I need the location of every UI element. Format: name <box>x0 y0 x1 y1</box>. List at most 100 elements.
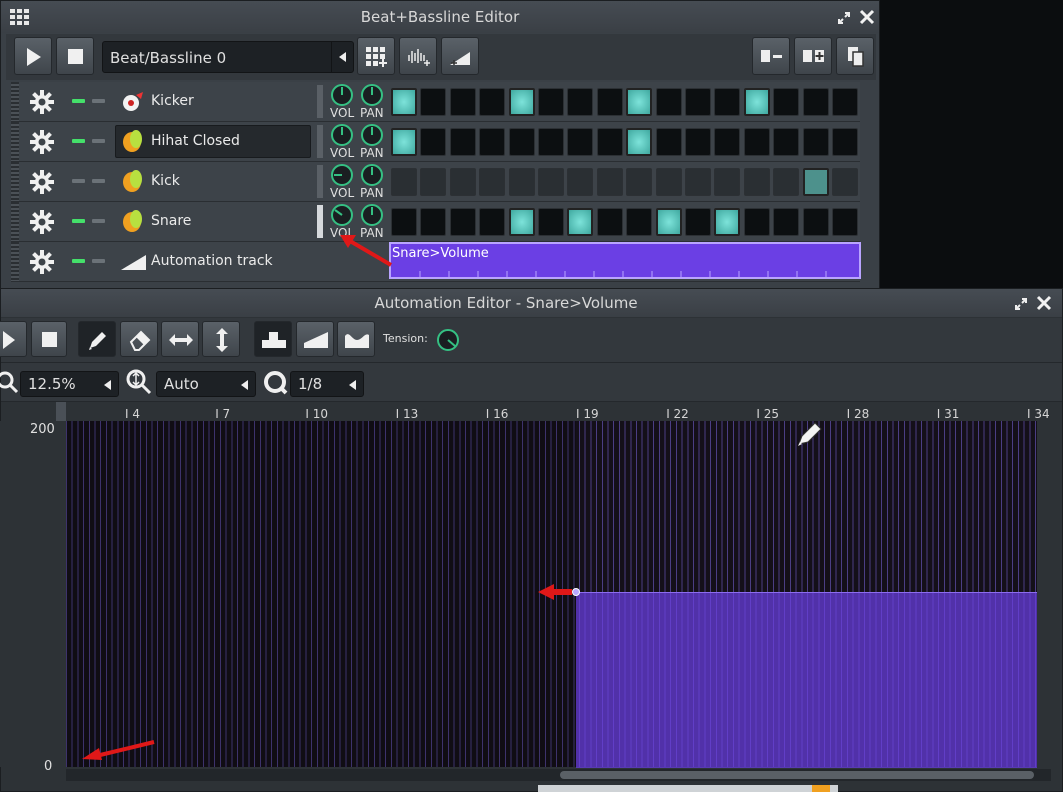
volume-knob[interactable] <box>331 124 353 146</box>
bb-title-bar[interactable]: Beat+Bassline Editor <box>1 1 879 33</box>
step-button[interactable] <box>685 168 711 196</box>
step-button[interactable] <box>655 88 682 116</box>
step-button[interactable] <box>714 128 741 156</box>
dropdown-left-arrow-icon[interactable] <box>331 42 354 72</box>
step-button[interactable] <box>685 88 711 116</box>
step-button[interactable] <box>538 88 564 116</box>
step-button[interactable] <box>626 168 653 196</box>
step-button[interactable] <box>479 208 506 236</box>
step-button[interactable] <box>508 128 535 156</box>
step-button[interactable] <box>596 128 623 156</box>
timeline-ruler[interactable] <box>56 402 1056 421</box>
solo-led[interactable] <box>92 219 105 223</box>
step-button[interactable] <box>391 208 417 236</box>
mute-led[interactable] <box>72 99 85 103</box>
step-button[interactable] <box>685 208 711 236</box>
solo-led[interactable] <box>92 259 105 263</box>
step-button[interactable] <box>420 128 447 156</box>
drag-grip[interactable] <box>11 82 19 121</box>
step-button[interactable] <box>538 208 564 236</box>
track-name-automation[interactable]: Automation track <box>151 253 273 269</box>
step-button[interactable] <box>567 168 594 196</box>
step-button[interactable] <box>714 168 741 196</box>
step-button[interactable] <box>802 88 829 116</box>
step-button[interactable] <box>773 88 800 116</box>
step-button[interactable] <box>832 208 858 236</box>
step-button[interactable] <box>714 88 741 116</box>
dropdown-left-arrow-icon[interactable] <box>349 380 357 390</box>
step-button[interactable] <box>508 168 535 196</box>
volume-knob[interactable] <box>331 204 353 226</box>
step-button[interactable] <box>685 128 711 156</box>
pan-knob[interactable] <box>361 84 383 106</box>
gear-icon[interactable] <box>29 209 55 239</box>
step-button[interactable] <box>802 208 829 236</box>
step-button[interactable] <box>743 88 770 116</box>
step-button[interactable] <box>832 168 858 196</box>
step-button[interactable] <box>655 168 682 196</box>
solo-led[interactable] <box>92 99 105 103</box>
step-button[interactable] <box>508 208 535 236</box>
step-button[interactable] <box>626 88 653 116</box>
step-button[interactable] <box>655 208 682 236</box>
erase-mode-button[interactable] <box>120 321 158 357</box>
step-button[interactable] <box>802 168 829 196</box>
track-name-hihat-closed[interactable]: Hihat Closed <box>151 133 240 149</box>
gear-icon[interactable] <box>29 169 55 199</box>
horizontal-scrollbar[interactable] <box>66 769 1051 781</box>
step-button[interactable] <box>449 128 476 156</box>
step-button[interactable] <box>420 168 447 196</box>
step-button[interactable] <box>773 208 800 236</box>
gear-icon[interactable] <box>29 89 55 119</box>
step-button[interactable] <box>567 88 594 116</box>
flip-x-button[interactable] <box>161 321 199 357</box>
step-button[interactable] <box>773 168 800 196</box>
add-beat-bassline-button[interactable] <box>357 37 395 75</box>
clone-steps-button[interactable] <box>836 37 874 75</box>
automation-pattern-clip[interactable]: Snare>Volume <box>389 242 861 279</box>
step-button[interactable] <box>743 128 770 156</box>
track-name-snare[interactable]: Snare <box>151 213 191 229</box>
step-button[interactable] <box>420 88 447 116</box>
discrete-progression-button[interactable] <box>254 321 292 357</box>
volume-knob[interactable] <box>331 84 353 106</box>
restore-icon[interactable] <box>837 10 851 24</box>
step-button[interactable] <box>743 168 770 196</box>
add-automation-track-button[interactable] <box>441 37 479 75</box>
step-button[interactable] <box>391 88 417 116</box>
step-button[interactable] <box>449 88 476 116</box>
gear-icon[interactable] <box>29 129 55 159</box>
add-steps-button[interactable] <box>794 37 832 75</box>
step-button[interactable] <box>655 128 682 156</box>
play-button[interactable] <box>14 37 52 75</box>
close-icon[interactable] <box>859 9 875 25</box>
step-button[interactable] <box>479 128 506 156</box>
add-sample-track-button[interactable] <box>399 37 437 75</box>
draw-mode-button[interactable] <box>78 321 116 357</box>
track-name-kicker[interactable]: Kicker <box>151 93 194 109</box>
step-button[interactable] <box>714 208 741 236</box>
pan-knob[interactable] <box>361 164 383 186</box>
mute-led[interactable] <box>72 219 85 223</box>
step-button[interactable] <box>479 88 506 116</box>
gear-icon[interactable] <box>29 249 55 279</box>
dropdown-left-arrow-icon[interactable] <box>104 380 112 390</box>
mute-led[interactable] <box>72 179 85 183</box>
step-button[interactable] <box>596 88 623 116</box>
tension-knob[interactable] <box>437 329 459 351</box>
mute-led[interactable] <box>72 139 85 143</box>
mute-led[interactable] <box>72 259 85 263</box>
cubic-hermite-progression-button[interactable] <box>337 321 375 357</box>
drag-grip[interactable] <box>11 122 19 161</box>
solo-led[interactable] <box>92 179 105 183</box>
close-icon[interactable] <box>1036 295 1052 311</box>
solo-led[interactable] <box>92 139 105 143</box>
zoom-y-combobox[interactable]: Auto <box>156 371 256 397</box>
step-button[interactable] <box>596 168 623 196</box>
drag-grip[interactable] <box>11 242 19 281</box>
track-name-kick[interactable]: Kick <box>151 173 180 189</box>
fader-strip[interactable] <box>317 205 323 238</box>
flip-y-button[interactable] <box>202 321 240 357</box>
stop-button[interactable] <box>56 37 94 75</box>
zoom-x-combobox[interactable]: 12.5% <box>20 371 119 397</box>
